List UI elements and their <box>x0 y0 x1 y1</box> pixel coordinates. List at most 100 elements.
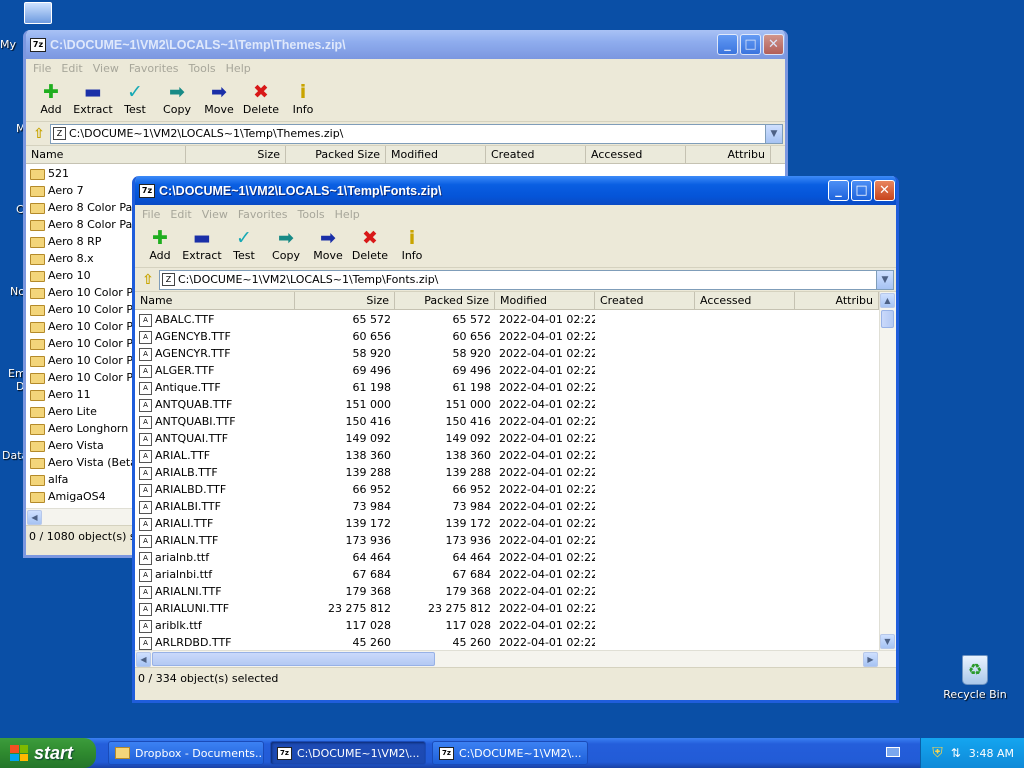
scroll-left-button[interactable]: ◀ <box>27 510 42 525</box>
info-button[interactable]: i Info <box>391 227 433 262</box>
table-row[interactable]: A ABALC.TTF 65 572 65 572 2022-04-01 02:22 <box>135 311 879 328</box>
add-button[interactable]: ✚ Add <box>30 81 72 116</box>
file-name-cell: A ARIALI.TTF <box>135 515 295 532</box>
extract-button[interactable]: ▬ Extract <box>72 81 114 116</box>
clock[interactable]: 3:48 AM <box>969 747 1014 760</box>
security-shield-icon[interactable]: ⛨ <box>932 745 943 761</box>
col-modified[interactable]: Modified <box>386 146 486 163</box>
menu-file[interactable]: File <box>28 62 56 75</box>
desktop-label[interactable]: Data <box>2 449 24 462</box>
maximize-button[interactable]: □ <box>851 180 872 201</box>
copy-button[interactable]: ➡ Copy <box>156 81 198 116</box>
table-row[interactable]: Aarialnbi.ttf 67 684 67 684 2022-04-01 02:2… <box>135 566 879 583</box>
menu-edit[interactable]: Edit <box>56 62 87 75</box>
menu-favorites[interactable]: Favorites <box>233 208 293 221</box>
extract-button[interactable]: ▬ Extract <box>181 227 223 262</box>
col-packed-size[interactable]: Packed Size <box>286 146 386 163</box>
delete-button[interactable]: ✖ Delete <box>349 227 391 262</box>
vertical-scrollbar[interactable]: ▲ ▼ <box>879 292 896 650</box>
menu-edit[interactable]: Edit <box>165 208 196 221</box>
address-field[interactable]: Z C:\DOCUME~1\VM2\LOCALS~1\Temp\Themes.z… <box>50 123 783 144</box>
network-icon[interactable]: ⇅ <box>951 746 961 760</box>
maximize-button[interactable]: □ <box>740 34 761 55</box>
file-list[interactable]: A ABALC.TTF 65 572 65 572 2022-04-01 02:22 A A… <box>135 310 879 650</box>
table-row[interactable]: A Antique.TTF 61 198 61 198 2022-04-01 02:22 <box>135 379 879 396</box>
title-bar[interactable]: 7z C:\DOCUME~1\VM2\LOCALS~1\Temp\Fonts.z… <box>135 176 896 205</box>
menu-help[interactable]: Help <box>330 208 365 221</box>
taskbar-item-themes-zip[interactable]: 7z C:\DOCUME~1\VM2\... <box>432 741 588 765</box>
col-attributes[interactable]: Attribu <box>686 146 771 163</box>
horizontal-scrollbar[interactable]: ◀ ▶ <box>135 650 896 667</box>
table-row[interactable]: A ARIALN.TTF 173 936 173 936 2022-04-01 02:2… <box>135 532 879 549</box>
packed-size-cell: 139 172 <box>395 515 495 532</box>
table-row[interactable]: Aariblk.ttf 117 028 117 028 2022-04-01 02:2… <box>135 617 879 634</box>
table-row[interactable]: A AGENCYR.TTF 58 920 58 920 2022-04-01 02:22 <box>135 345 879 362</box>
up-folder-button[interactable]: ⇧ <box>137 270 159 290</box>
col-name[interactable]: Name <box>26 146 186 163</box>
menu-file[interactable]: File <box>137 208 165 221</box>
scroll-thumb[interactable] <box>881 310 894 328</box>
my-computer-desktop-icon[interactable] <box>24 2 54 30</box>
hscroll-thumb[interactable] <box>152 652 435 666</box>
minimize-button[interactable]: _ <box>828 180 849 201</box>
table-row[interactable]: A ARIALBI.TTF 73 984 73 984 2022-04-01 02:22 <box>135 498 879 515</box>
menu-view[interactable]: View <box>197 208 233 221</box>
desktop-label[interactable]: My <box>0 38 22 51</box>
table-row[interactable]: A ANTQUAB.TTF 151 000 151 000 2022-04-01 02:… <box>135 396 879 413</box>
test-button[interactable]: ✓ Test <box>114 81 156 116</box>
col-packed-size[interactable]: Packed Size <box>395 292 495 309</box>
col-accessed[interactable]: Accessed <box>586 146 686 163</box>
col-created[interactable]: Created <box>486 146 586 163</box>
menu-favorites[interactable]: Favorites <box>124 62 184 75</box>
menu-tools[interactable]: Tools <box>184 62 221 75</box>
title-bar[interactable]: 7z C:\DOCUME~1\VM2\LOCALS~1\Temp\Themes.… <box>26 30 785 59</box>
test-button[interactable]: ✓ Test <box>223 227 265 262</box>
col-name[interactable]: Name <box>135 292 295 309</box>
table-row[interactable]: A ARIALNI.TTF 179 368 179 368 2022-04-01 02:… <box>135 583 879 600</box>
table-row[interactable]: A ANTQUABI.TTF 150 416 150 416 2022-04-01 02… <box>135 413 879 430</box>
copy-button[interactable]: ➡ Copy <box>265 227 307 262</box>
scroll-up-button[interactable]: ▲ <box>880 293 895 308</box>
col-attributes[interactable]: Attribu <box>795 292 879 309</box>
fonts-zip-window[interactable]: 7z C:\DOCUME~1\VM2\LOCALS~1\Temp\Fonts.z… <box>132 176 899 703</box>
scroll-left-button[interactable]: ◀ <box>136 652 151 667</box>
up-folder-button[interactable]: ⇧ <box>28 124 50 144</box>
col-modified[interactable]: Modified <box>495 292 595 309</box>
close-button[interactable]: ✕ <box>763 34 784 55</box>
table-row[interactable]: A ANTQUAI.TTF 149 092 149 092 2022-04-01 02:… <box>135 430 879 447</box>
address-dropdown-button[interactable]: ▼ <box>876 270 893 289</box>
col-size[interactable]: Size <box>186 146 286 163</box>
menu-view[interactable]: View <box>88 62 124 75</box>
table-row[interactable]: A ARIALB.TTF 139 288 139 288 2022-04-01 02:2… <box>135 464 879 481</box>
taskbar-item-fonts-zip[interactable]: 7z C:\DOCUME~1\VM2\... <box>270 741 426 765</box>
table-row[interactable]: A ALGER.TTF 69 496 69 496 2022-04-01 02:22 <box>135 362 879 379</box>
scroll-right-button[interactable]: ▶ <box>863 652 878 667</box>
move-button[interactable]: ➡ Move <box>307 227 349 262</box>
add-label: Add <box>40 103 62 116</box>
table-row[interactable]: A ARLRDBD.TTF 45 260 45 260 2022-04-01 02:22 <box>135 634 879 650</box>
col-created[interactable]: Created <box>595 292 695 309</box>
taskbar-item-dropbox[interactable]: Dropbox - Documents... <box>108 741 264 765</box>
recycle-bin-desktop-icon[interactable]: ♻ Recycle Bin <box>940 655 1010 701</box>
move-button[interactable]: ➡ Move <box>198 81 240 116</box>
delete-button[interactable]: ✖ Delete <box>240 81 282 116</box>
col-size[interactable]: Size <box>295 292 395 309</box>
add-button[interactable]: ✚ Add <box>139 227 181 262</box>
scroll-down-button[interactable]: ▼ <box>880 634 895 649</box>
table-row[interactable]: A ARIALI.TTF 139 172 139 172 2022-04-01 02:2… <box>135 515 879 532</box>
menu-help[interactable]: Help <box>221 62 256 75</box>
table-row[interactable]: A AGENCYB.TTF 60 656 60 656 2022-04-01 02:22 <box>135 328 879 345</box>
col-accessed[interactable]: Accessed <box>695 292 795 309</box>
table-row[interactable]: A ARIALBD.TTF 66 952 66 952 2022-04-01 02:22 <box>135 481 879 498</box>
table-row[interactable]: A ARIAL.TTF 138 360 138 360 2022-04-01 02:22 <box>135 447 879 464</box>
table-row[interactable]: Aarialnb.ttf 64 464 64 464 2022-04-01 02:22 <box>135 549 879 566</box>
address-dropdown-button[interactable]: ▼ <box>765 124 782 143</box>
start-button[interactable]: start <box>0 738 96 768</box>
close-button[interactable]: ✕ <box>874 180 895 201</box>
info-button[interactable]: i Info <box>282 81 324 116</box>
table-row[interactable]: A ARIALUNI.TTF 23 275 812 23 275 812 2022-04… <box>135 600 879 617</box>
keyboard-icon[interactable] <box>886 747 900 757</box>
menu-tools[interactable]: Tools <box>293 208 330 221</box>
address-field[interactable]: Z C:\DOCUME~1\VM2\LOCALS~1\Temp\Fonts.zi… <box>159 269 894 290</box>
minimize-button[interactable]: _ <box>717 34 738 55</box>
